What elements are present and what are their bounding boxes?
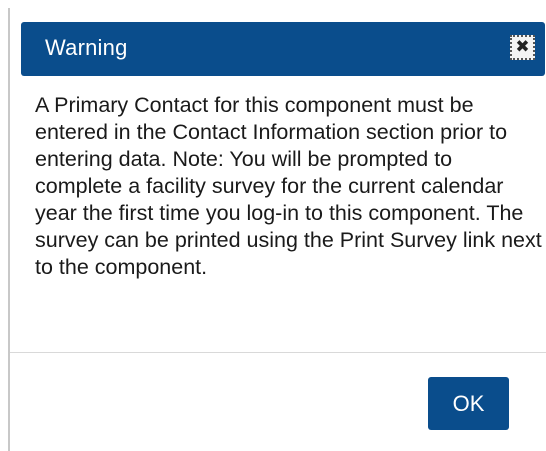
close-button[interactable]: ✖ [510,35,535,60]
dialog-message: A Primary Contact for this component mus… [35,93,542,279]
ok-button[interactable]: OK [428,377,509,430]
warning-dialog: Warning ✖ A Primary Contact for this com… [8,8,546,451]
footer-divider [10,352,546,353]
close-icon: ✖ [515,37,530,57]
dialog-titlebar: Warning ✖ [21,22,545,76]
dialog-title: Warning [45,35,128,60]
